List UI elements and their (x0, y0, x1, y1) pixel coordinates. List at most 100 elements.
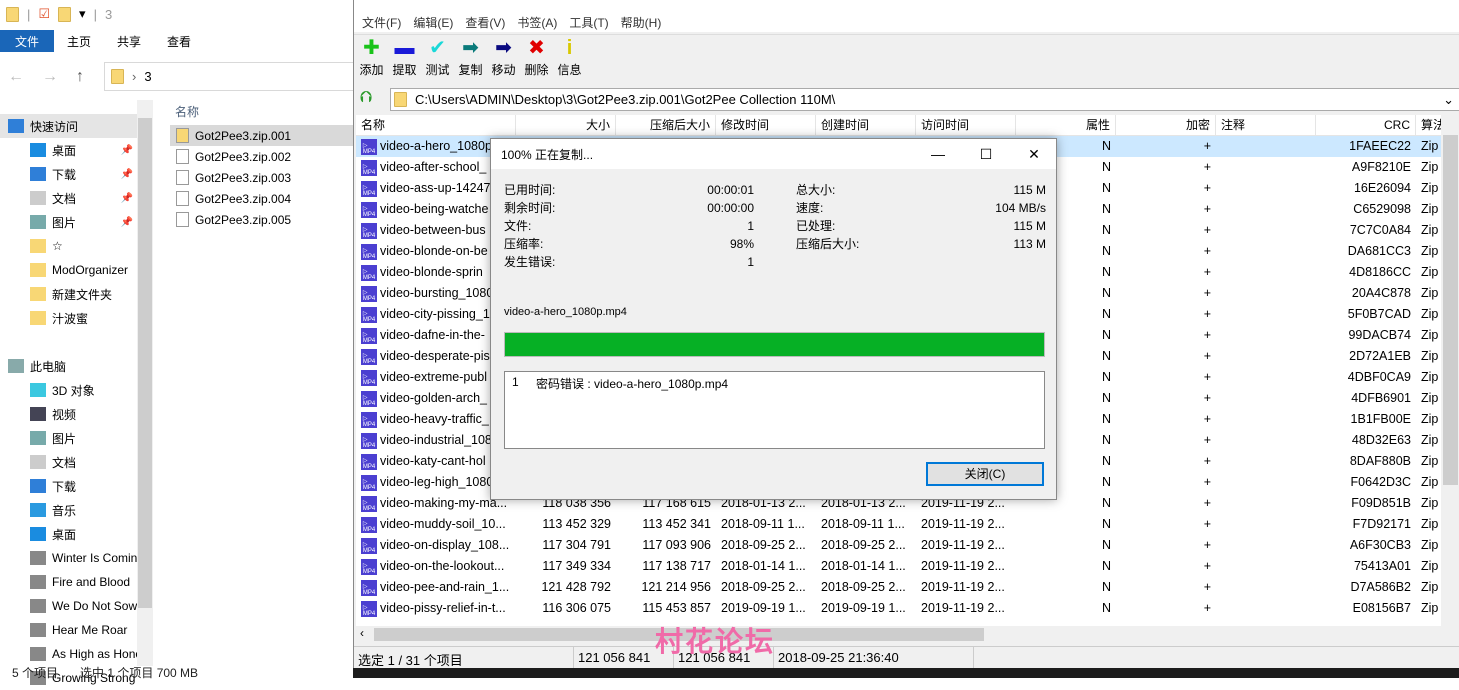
toolbar-button-move[interactable]: ➡ 移动 (488, 35, 519, 82)
nav-item[interactable]: 3D 对象 (0, 378, 137, 402)
nav-item[interactable]: 下载 (0, 474, 137, 498)
column-header[interactable]: 修改时间 (716, 115, 816, 135)
scroll-left-icon[interactable]: ‹ (356, 626, 364, 640)
column-header[interactable]: 注释 (1216, 115, 1316, 135)
close-icon[interactable]: ✕ (1011, 139, 1057, 169)
nav-item[interactable]: 汁波蜜 (0, 306, 137, 330)
error-item[interactable]: 1 密码错误 : video-a-hero_1080p.mp4 (512, 375, 1037, 392)
column-header[interactable]: 访问时间 (916, 115, 1016, 135)
file-explorer-window: | ☑ ▾ | 3 文件 主页 共享 查看 ← → ↑ › 3 快速访问 桌面 📌 下载… (0, 0, 356, 685)
nav-item[interactable]: 文档 (0, 450, 137, 474)
nav-item[interactable]: Winter Is Coming (0, 546, 137, 570)
tab-file[interactable]: 文件 (0, 30, 54, 52)
column-header[interactable]: 名称 (356, 115, 516, 135)
tab-share[interactable]: 共享 (104, 30, 154, 52)
new-folder-icon[interactable] (58, 6, 72, 22)
cell-1: 116 306 075 (542, 601, 611, 615)
table-row[interactable]: ▷ MP4 video-on-display_108... 117 304 791 11… (356, 535, 1441, 556)
nav-item[interactable]: Fire and Blood (0, 570, 137, 594)
nav-item[interactable]: 桌面 📌 (0, 138, 137, 162)
toolbar-button-delete[interactable]: ✖ 删除 (521, 35, 552, 82)
column-header[interactable]: 大小 (516, 115, 616, 135)
toolbar-button-copy[interactable]: ➡ 复制 (455, 35, 486, 82)
nav-item[interactable]: ☆ (0, 234, 137, 258)
pin-icon[interactable]: 📌 (121, 169, 133, 180)
dropdown-arrow-icon[interactable]: ⌄ (1443, 92, 1459, 108)
folder-icon (30, 311, 46, 325)
toolbar-button-extract[interactable]: ▬ 提取 (389, 35, 420, 82)
file-icon (176, 149, 189, 164)
nav-item[interactable]: We Do Not Sow (0, 594, 137, 618)
pin-icon[interactable]: 📌 (121, 145, 133, 156)
tab-view[interactable]: 查看 (154, 30, 204, 52)
table-row[interactable]: ▷ MP4 video-pissy-relief-in-t... 116 306 07… (356, 598, 1441, 619)
cell-7: + (1203, 181, 1211, 195)
nav-item[interactable] (0, 330, 137, 354)
column-header[interactable]: 算法 (1416, 115, 1441, 135)
back-icon[interactable]: ← (8, 68, 24, 86)
column-header[interactable]: CRC (1316, 115, 1416, 135)
mp4-file-icon: ▷ MP4 (361, 201, 377, 218)
customize-dropdown-icon[interactable]: ▾ (79, 6, 86, 22)
menu-item[interactable]: 书签(A) (515, 12, 563, 32)
toolbar-button-test[interactable]: ✔ 测试 (422, 35, 453, 82)
nav-item[interactable]: 音乐 (0, 498, 137, 522)
file-item[interactable]: Got2Pee3.zip.003 (170, 167, 356, 188)
up-icon[interactable]: ↑ (76, 68, 84, 86)
column-header[interactable]: 压缩后大小 (616, 115, 716, 135)
folder-up-icon[interactable]: ⮉ (360, 89, 372, 107)
cell-7: + (1203, 265, 1211, 279)
nav-item[interactable]: 快速访问 (0, 114, 137, 138)
column-header[interactable]: 加密 (1116, 115, 1216, 135)
nav-pane-scroll-thumb[interactable] (138, 118, 152, 608)
folder-icon[interactable] (6, 6, 19, 22)
path-combobox[interactable]: C:\Users\ADMIN\Desktop\3\Got2Pee3.zip.00… (390, 88, 1459, 111)
toolbar-button-info[interactable]: i 信息 (554, 35, 585, 82)
nav-item[interactable]: 桌面 (0, 522, 137, 546)
nav-item[interactable]: 新建文件夹 (0, 282, 137, 306)
explorer-address-bar[interactable]: › 3 (104, 62, 356, 91)
menu-item[interactable]: 文件(F) (360, 12, 407, 32)
table-row[interactable]: ▷ MP4 video-muddy-soil_10... 113 452 329 113… (356, 514, 1441, 535)
error-list[interactable]: 1 密码错误 : video-a-hero_1080p.mp4 (504, 371, 1045, 449)
menu-item[interactable]: 工具(T) (567, 12, 614, 32)
cell-10: Zip (1421, 580, 1439, 594)
nav-item[interactable]: 图片 📌 (0, 210, 137, 234)
column-header[interactable]: 属性 (1016, 115, 1116, 135)
column-header-name[interactable]: 名称 (170, 100, 356, 125)
nav-item[interactable]: ModOrganizer (0, 258, 137, 282)
breadcrumb-item[interactable]: 3 (144, 69, 151, 84)
navigation-pane: 快速访问 桌面 📌 下载 📌 文档 📌 图片 📌 ☆ ModOrganizer 新建文件夹 汁波蜜 此电脑… (0, 114, 137, 690)
cell-9: A6F30CB3 (1349, 538, 1411, 552)
pin-icon[interactable]: 📌 (121, 217, 133, 228)
file-item[interactable]: Got2Pee3.zip.002 (170, 146, 356, 167)
file-item[interactable]: Got2Pee3.zip.005 (170, 209, 356, 230)
menu-item[interactable]: 帮助(H) (619, 12, 668, 32)
cell-8 (1216, 304, 1316, 325)
file-item[interactable]: Got2Pee3.zip.004 (170, 188, 356, 209)
nav-item[interactable]: 图片 (0, 426, 137, 450)
properties-icon[interactable]: ☑ (38, 6, 50, 22)
forward-icon[interactable]: → (42, 68, 58, 86)
maximize-icon[interactable]: ☐ (963, 139, 1009, 169)
toolbar-button-add[interactable]: ✚ 添加 (356, 35, 387, 82)
close-button[interactable]: 关闭(C) (926, 462, 1044, 486)
vertical-scroll-thumb[interactable] (1443, 135, 1458, 485)
nav-item[interactable]: Hear Me Roar (0, 618, 137, 642)
nav-item[interactable]: 视频 (0, 402, 137, 426)
pin-icon[interactable]: 📌 (121, 193, 133, 204)
table-row[interactable]: ▷ MP4 video-pee-and-rain_1... 121 428 792 12… (356, 577, 1441, 598)
menu-item[interactable]: 查看(V) (463, 12, 511, 32)
minimize-icon[interactable]: — (915, 139, 961, 169)
nav-item[interactable]: As High as Honor (0, 642, 137, 666)
nav-item[interactable]: 下载 📌 (0, 162, 137, 186)
column-header[interactable]: 创建时间 (816, 115, 916, 135)
nav-item[interactable]: 此电脑 (0, 354, 137, 378)
table-row[interactable]: ▷ MP4 video-on-the-lookout... 117 349 334 11… (356, 556, 1441, 577)
cell-9: 1FAEEC22 (1349, 139, 1411, 153)
file-item[interactable]: Got2Pee3.zip.001 (170, 125, 356, 146)
nav-item[interactable]: 文档 📌 (0, 186, 137, 210)
tab-home[interactable]: 主页 (54, 30, 104, 52)
cell-10: Zip (1421, 181, 1439, 195)
menu-item[interactable]: 编辑(E) (411, 12, 459, 32)
